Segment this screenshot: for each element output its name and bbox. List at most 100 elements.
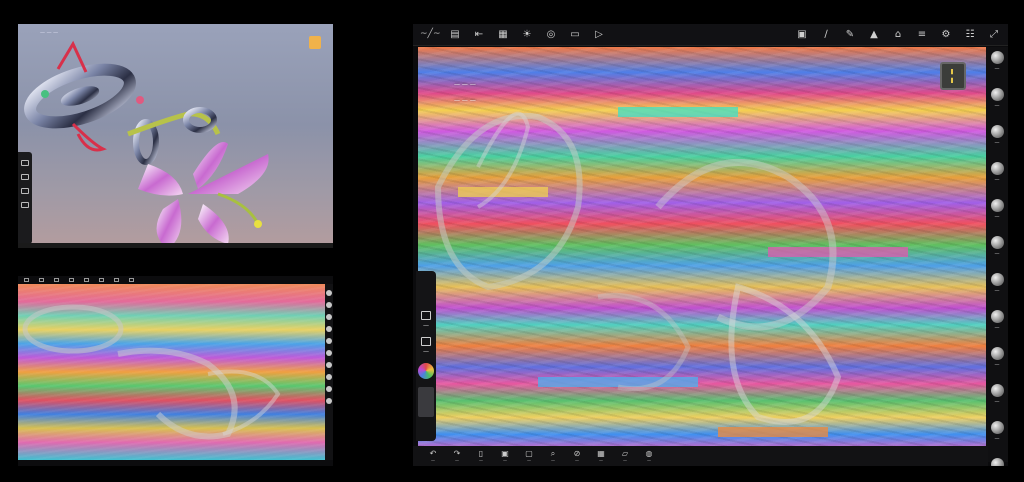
- bottom-tool-label: —: [455, 458, 459, 463]
- pencil-icon[interactable]: ✎: [843, 28, 857, 42]
- spiral-icon[interactable]: ◎: [544, 28, 558, 42]
- toolbar-icon[interactable]: [24, 278, 29, 282]
- sun-icon[interactable]: ☀: [520, 28, 534, 42]
- transform-icon[interactable]: [421, 337, 431, 346]
- brush-preset-button[interactable]: —: [986, 310, 1008, 343]
- bottom-tool-button[interactable]: ▣ —: [493, 449, 517, 463]
- brush-preset-label: —: [994, 288, 1000, 294]
- canvas-artwork: [434, 111, 842, 425]
- bottom-tool-button[interactable]: ⌕ —: [541, 449, 565, 463]
- brush-knob-icon[interactable]: [326, 338, 332, 344]
- brush-preset-button[interactable]: —: [986, 384, 1008, 417]
- slash-icon[interactable]: [21, 202, 29, 208]
- video-icon[interactable]: ▷: [592, 28, 606, 42]
- bottom-tool-label: —: [575, 458, 579, 463]
- bottom-tool-label: —: [647, 458, 651, 463]
- brush-preset-button[interactable]: —: [986, 162, 1008, 195]
- brush-knob-icon[interactable]: [326, 290, 332, 296]
- gear-icon[interactable]: ⚙: [939, 28, 953, 42]
- expand-icon[interactable]: ⤢: [987, 28, 1001, 42]
- render-bottom-bar: [18, 243, 333, 248]
- brush-knob-icon[interactable]: [326, 314, 332, 320]
- eraser-icon[interactable]: ⌂: [891, 28, 905, 42]
- brush-preset-button[interactable]: —: [986, 421, 1008, 454]
- camera-icon[interactable]: ▣: [795, 28, 809, 42]
- brush-knob-icon[interactable]: [326, 374, 332, 380]
- render-artwork: [24, 40, 269, 248]
- brush-knob-icon: [990, 125, 1004, 138]
- brush-knob-icon[interactable]: [326, 302, 332, 308]
- bottom-tool-button[interactable]: ▯ —: [469, 449, 493, 463]
- brush-knob-icon[interactable]: [326, 350, 332, 356]
- toolbar-icon[interactable]: [69, 278, 74, 282]
- brush-knob-icon[interactable]: [326, 362, 332, 368]
- brush-preset-button[interactable]: —: [986, 347, 1008, 380]
- glitch-preview-canvas[interactable]: [18, 284, 325, 460]
- bottom-tool-label: —: [479, 458, 483, 463]
- render-preview-panel: — — —: [18, 24, 333, 248]
- drawing-canvas[interactable]: — — — — — —: [418, 47, 986, 466]
- glitch-preview-bottom-bar: [18, 460, 333, 466]
- brush-preset-label: —: [994, 66, 1000, 72]
- toolbar-icon[interactable]: [129, 278, 134, 282]
- editor-bottom-toolbar: ↶ — ↷ — ▯ — ▣ — ▢ — ⌕ — ⊘ — ▦ — ▱ — ◍ —: [413, 446, 988, 466]
- frame-icon[interactable]: [21, 160, 29, 166]
- color-picker[interactable]: [418, 363, 434, 379]
- share-icon[interactable]: ⇤: [472, 28, 486, 42]
- editor-top-toolbar: ~╱~ ▤ ⇤ ▦ ☀ ◎ ▭ ▷ ▣ ∕ ✎ ▲ ⌂ ≡ ⚙ ☷ ⤢: [413, 24, 1008, 46]
- brush-preset-button[interactable]: —: [986, 125, 1008, 158]
- bottom-tool-button[interactable]: ▱ —: [613, 449, 637, 463]
- bottom-tool-label: —: [503, 458, 507, 463]
- brush-preset-label: —: [994, 399, 1000, 405]
- bottom-tool-label: —: [599, 458, 603, 463]
- square-icon[interactable]: [21, 188, 29, 194]
- layers-icon[interactable]: ≡: [915, 28, 929, 42]
- toolbar-icon[interactable]: [99, 278, 104, 282]
- bottom-tool-button[interactable]: ◍ —: [637, 449, 661, 463]
- capture-icon: ▣: [501, 449, 509, 458]
- import-icon[interactable]: [421, 311, 431, 320]
- app-logo[interactable]: ~╱~: [420, 29, 441, 39]
- bottom-tool-label: —: [431, 458, 435, 463]
- bottom-tool-button[interactable]: ▢ —: [517, 449, 541, 463]
- brush-knob-icon: [990, 88, 1004, 101]
- bottom-tool-label: —: [551, 458, 555, 463]
- brush-preset-button[interactable]: —: [986, 51, 1008, 84]
- brush-preview-icon[interactable]: [940, 62, 966, 90]
- bottom-tool-button[interactable]: ↶ —: [421, 449, 445, 463]
- brush-preset-button[interactable]: —: [986, 88, 1008, 121]
- brush-preset-button[interactable]: —: [986, 458, 1008, 466]
- toolbar-icon[interactable]: [114, 278, 119, 282]
- bottom-tool-label: —: [623, 458, 627, 463]
- folder-icon[interactable]: ▤: [448, 28, 462, 42]
- bottom-tool-button[interactable]: ⊘ —: [565, 449, 589, 463]
- circle-icon[interactable]: [21, 174, 29, 180]
- brush-knob-icon: [990, 384, 1004, 397]
- glitch-preview-panel: [18, 276, 333, 466]
- toolbar-icon[interactable]: [39, 278, 44, 282]
- brush-knob-icon[interactable]: [326, 326, 332, 332]
- glitch-preview-right-toolbar: [325, 284, 333, 460]
- brush-preset-label: —: [994, 103, 1000, 109]
- glitch-preview-shapes: [22, 304, 281, 440]
- brush-preset-button[interactable]: —: [986, 236, 1008, 269]
- pen-icon[interactable]: ∕: [819, 28, 833, 42]
- image-icon[interactable]: ▭: [568, 28, 582, 42]
- bottom-tool-button[interactable]: ▦ —: [589, 449, 613, 463]
- bottom-tool-button[interactable]: ↷ —: [445, 449, 469, 463]
- brush-size-slider[interactable]: [418, 387, 434, 417]
- brush-preset-button[interactable]: —: [986, 273, 1008, 306]
- brush-knob-icon: [990, 310, 1004, 323]
- toolbar-icon[interactable]: [54, 278, 59, 282]
- device-icon: ▯: [478, 449, 484, 458]
- editor-left-toolbar: — —: [416, 271, 436, 441]
- left-tool-caption: —: [423, 348, 429, 355]
- triangle-icon[interactable]: ▲: [867, 28, 881, 42]
- brush-knob-icon[interactable]: [326, 386, 332, 392]
- toolbar-icon[interactable]: [84, 278, 89, 282]
- brush-preset-label: —: [994, 177, 1000, 183]
- sliders-icon[interactable]: ☷: [963, 28, 977, 42]
- brush-knob-icon[interactable]: [326, 398, 332, 404]
- brush-preset-button[interactable]: —: [986, 199, 1008, 232]
- grid-icon[interactable]: ▦: [496, 28, 510, 42]
